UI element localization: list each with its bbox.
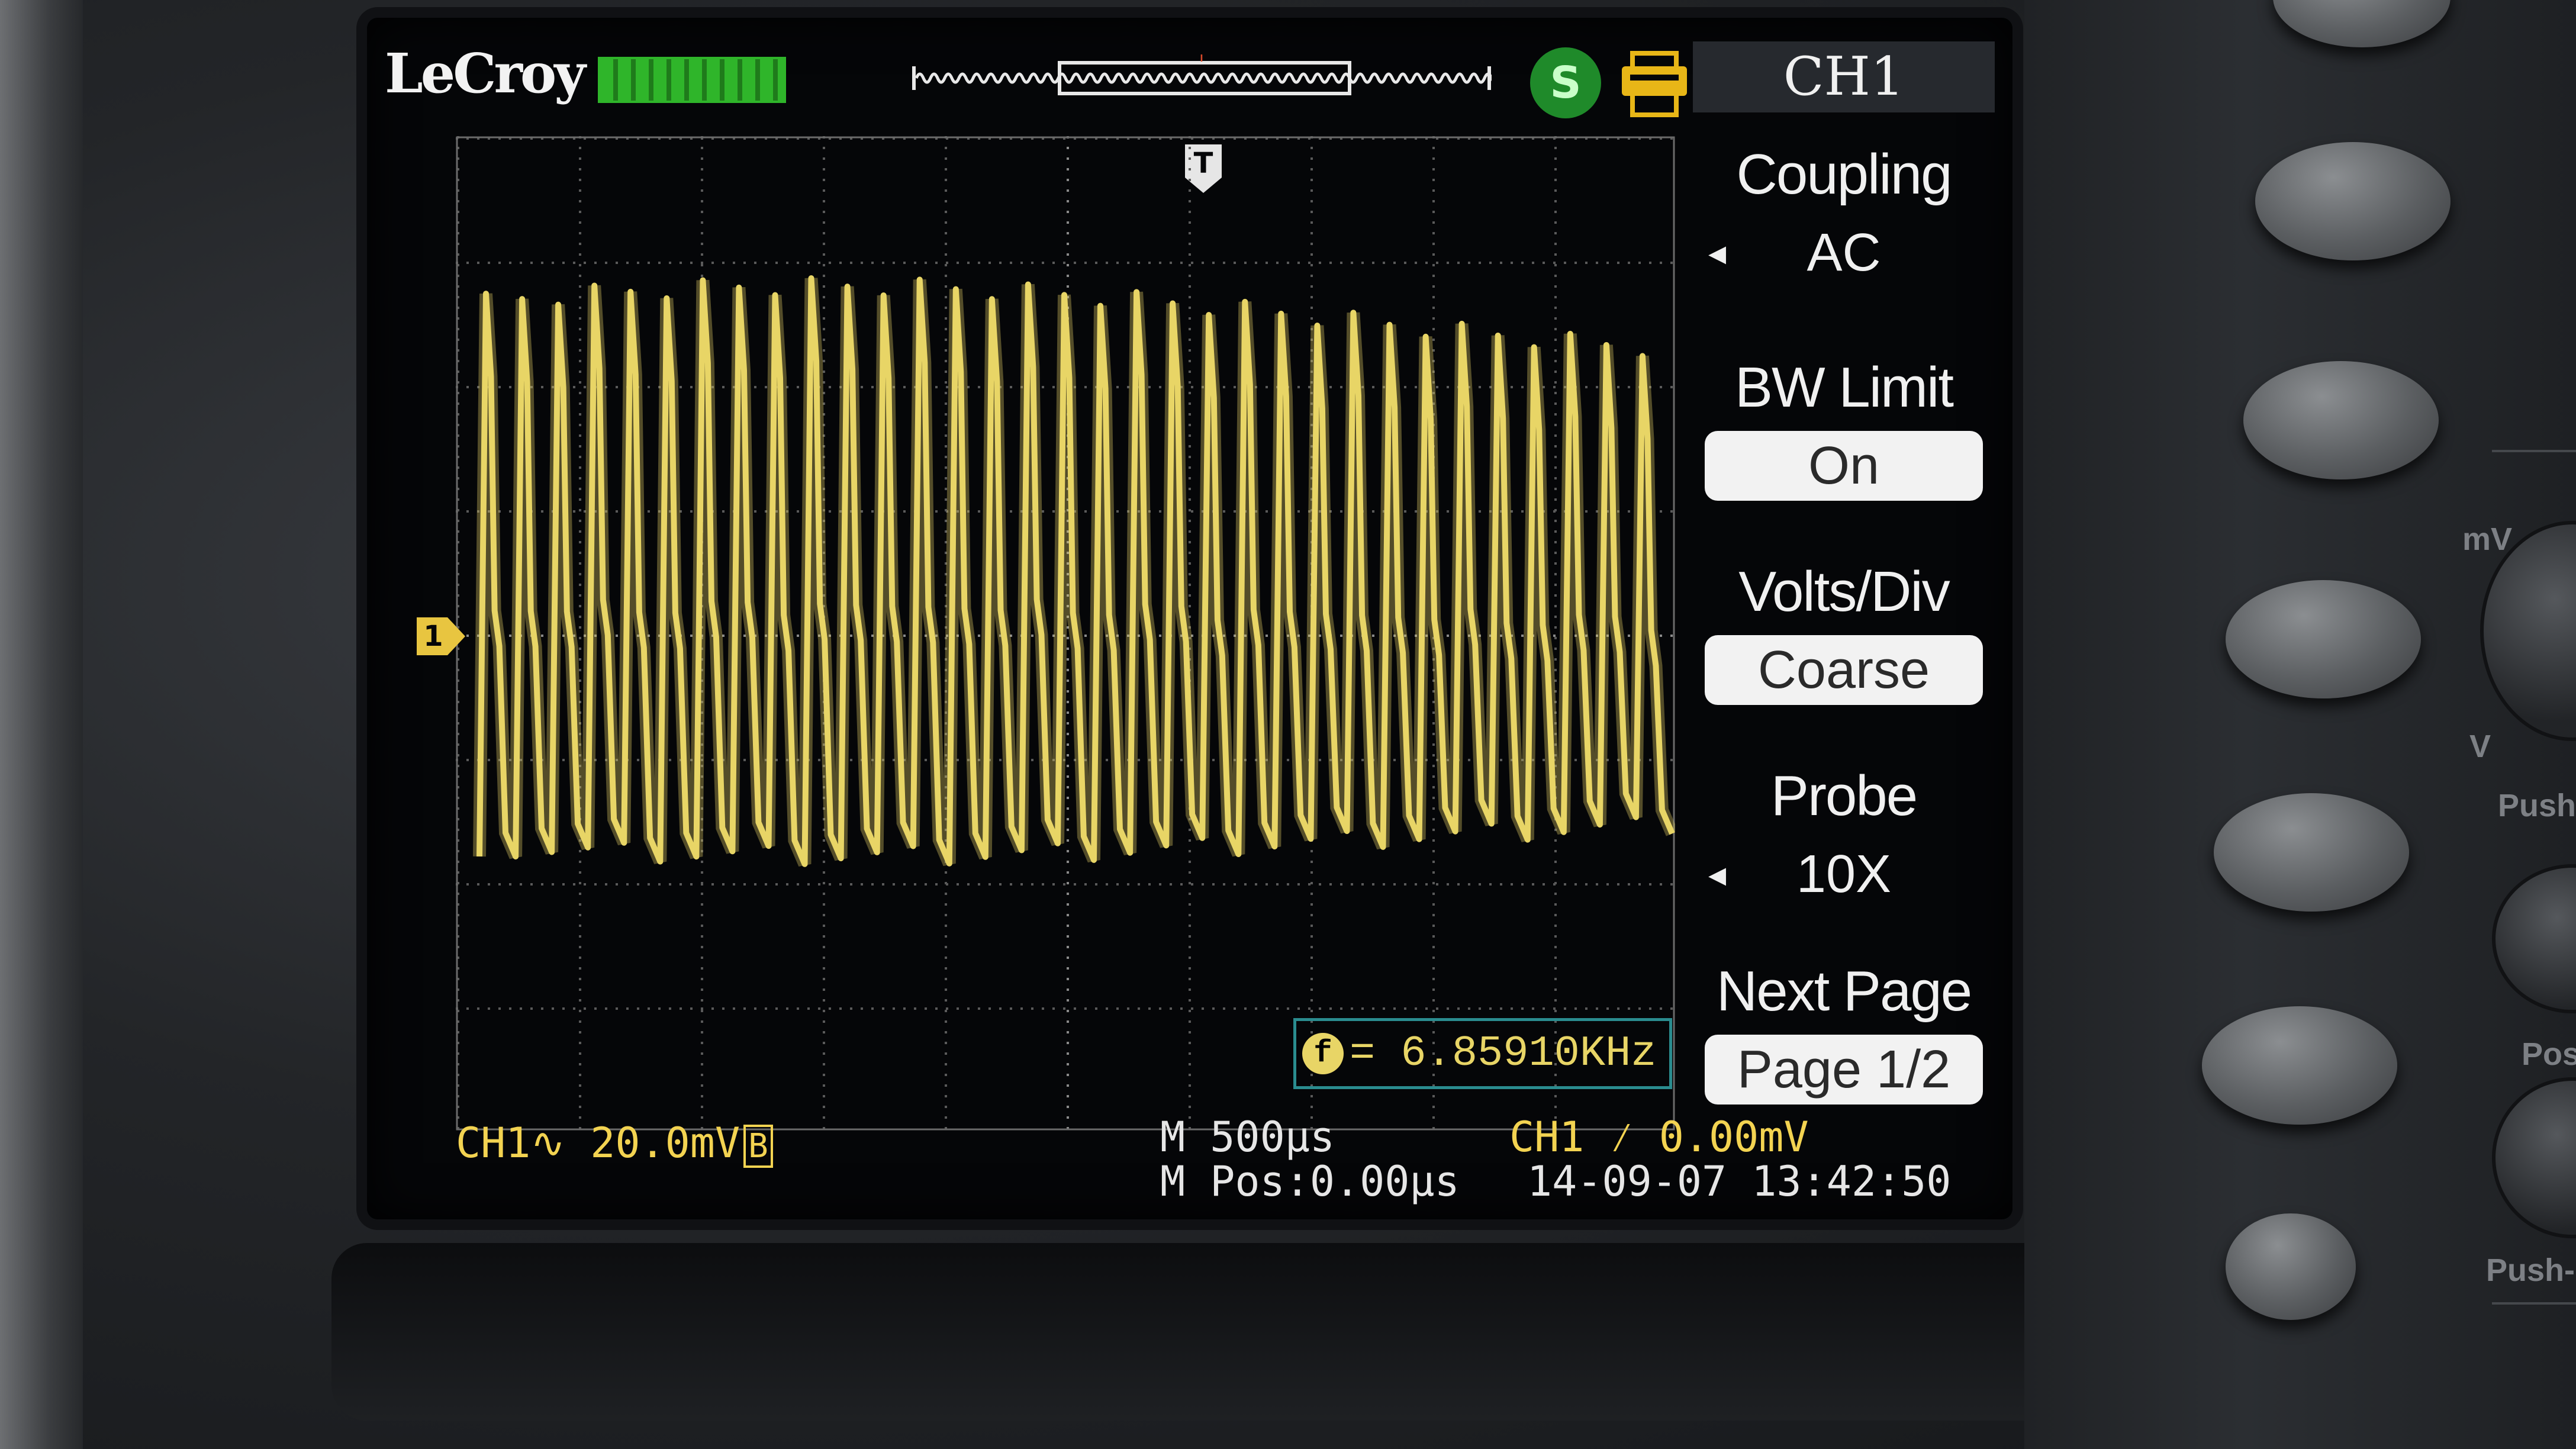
bezel-edge (0, 0, 83, 1449)
svg-text:1: 1 (423, 620, 443, 653)
frequency-readout: f = 6.85910KHz (1293, 1018, 1672, 1089)
menu-value-coupling[interactable]: ◂ AC (1705, 218, 1983, 288)
menu-bw-limit[interactable]: BW Limit On (1693, 355, 1995, 501)
left-arrow-icon: ◂ (1708, 854, 1727, 894)
menu-label: Probe (1770, 764, 1918, 827)
menu-label: Next Page (1716, 959, 1972, 1023)
menu-value-volts-div[interactable]: Coarse (1705, 635, 1983, 705)
menu-next-page[interactable]: Next Page Page 1/2 (1693, 959, 1995, 1105)
menu-label: Volts/Div (1738, 560, 1950, 623)
position-knob[interactable] (2492, 1077, 2576, 1238)
frequency-badge: f (1302, 1032, 1344, 1074)
run-state-icon[interactable]: S (1530, 47, 1601, 118)
ch1-ground-marker[interactable]: 1 (414, 613, 468, 660)
menu-coupling[interactable]: Coupling ◂ AC (1693, 142, 1995, 288)
push-knob[interactable] (2492, 864, 2576, 1013)
softkey-5-button[interactable] (2202, 1006, 2397, 1125)
memory-timeline-icon: T (912, 54, 1492, 95)
bezel-bottom (331, 1243, 2285, 1421)
position-label: Pos (2522, 1036, 2576, 1072)
push-label-2: Push- (2486, 1252, 2575, 1288)
channel-menu: CH1 Coupling ◂ AC BW Limit On Volts/Div C… (1693, 41, 1995, 1125)
ch1-waveform (473, 275, 1675, 867)
scope-screen: LeCroy T S T 1 f = 6.85910KHz CH1∿ 20.0mV… (367, 18, 2012, 1219)
menu-probe[interactable]: Probe ◂ 10X (1693, 764, 1995, 909)
timebase-readout: M 500μs (1160, 1113, 1335, 1161)
softkey-3-button[interactable] (2226, 580, 2421, 698)
softkey-2-button[interactable] (2243, 361, 2439, 479)
panel-divider (2492, 450, 2576, 452)
bw-badge: B (743, 1125, 773, 1168)
menu-label: BW Limit (1735, 356, 1954, 419)
menu-title: CH1 (1693, 41, 1995, 112)
left-arrow-icon: ◂ (1708, 233, 1727, 272)
volts-label-v: V (2469, 729, 2491, 764)
ch1-scale-readout: CH1∿ 20.0mV B (456, 1119, 773, 1168)
menu-value-page[interactable]: Page 1/2 (1705, 1035, 1983, 1105)
menu-label: Coupling (1736, 143, 1953, 206)
brand-logo: LeCroy (385, 41, 586, 105)
softkey-6-button[interactable] (2226, 1213, 2356, 1320)
volts-label-mv: mV (2462, 521, 2513, 557)
push-label: Push (2498, 788, 2576, 823)
softkey-1-button[interactable] (2255, 142, 2451, 260)
battery-level-icon (598, 57, 786, 103)
ch1-scale-text: CH1∿ 20.0mV (456, 1119, 740, 1167)
menu-volts-div[interactable]: Volts/Div Coarse (1693, 559, 1995, 705)
menu-value-probe[interactable]: ◂ 10X (1705, 839, 1983, 909)
frequency-value: = 6.85910KHz (1350, 1029, 1657, 1078)
softkey-4-button[interactable] (2214, 793, 2409, 912)
menu-value-text: 10X (1796, 845, 1892, 904)
horizontal-position-readout: M Pos:0.00μs (1160, 1157, 1460, 1206)
menu-value-text: AC (1807, 223, 1881, 282)
menu-value-bw-limit[interactable]: On (1705, 431, 1983, 501)
printer-icon[interactable] (1616, 49, 1693, 120)
datetime-readout: 14-09-07 13:42:50 (1527, 1157, 1952, 1206)
timeline-trigger-mark: T (1196, 54, 1206, 66)
panel-divider (2492, 1302, 2576, 1305)
